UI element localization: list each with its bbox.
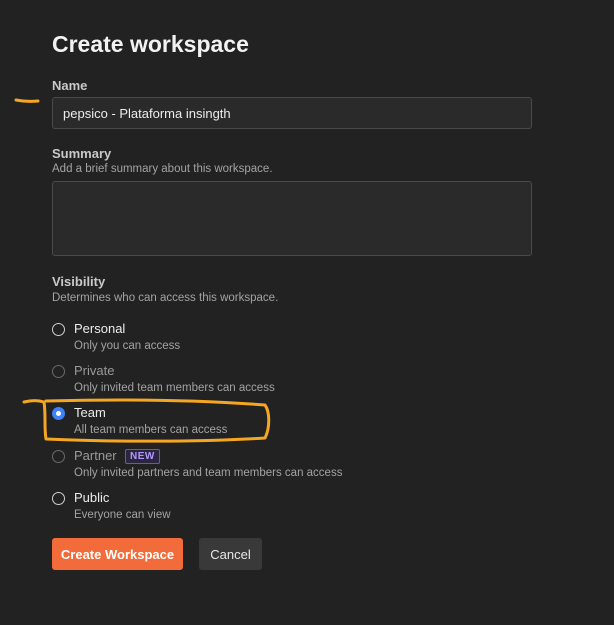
summary-input[interactable] xyxy=(52,181,532,256)
summary-help-text: Add a brief summary about this workspace… xyxy=(52,163,273,175)
radio-public[interactable] xyxy=(52,492,65,505)
option-label-private: Private xyxy=(74,363,115,378)
summary-label: Summary xyxy=(52,146,112,161)
annotation-overlay xyxy=(14,98,271,443)
name-label: Name xyxy=(52,78,88,93)
cancel-button[interactable]: Cancel xyxy=(199,538,262,570)
visibility-option-team[interactable]: Team All team members can access xyxy=(52,405,452,441)
radio-private[interactable] xyxy=(52,365,65,378)
new-badge: NEW xyxy=(125,449,160,464)
visibility-option-private[interactable]: Private Only invited team members can ac… xyxy=(52,363,452,399)
option-desc-public: Everyone can view xyxy=(74,509,171,521)
annotation-dash-mark xyxy=(14,98,40,103)
option-desc-personal: Only you can access xyxy=(74,340,181,352)
radio-team-selected[interactable] xyxy=(52,407,65,420)
option-label-personal: Personal xyxy=(74,321,126,336)
visibility-option-personal[interactable]: Personal Only you can access xyxy=(52,321,452,357)
visibility-option-public[interactable]: Public Everyone can view xyxy=(52,490,452,526)
dialog-title: Create workspace xyxy=(52,31,249,57)
option-desc-team: All team members can access xyxy=(74,424,228,436)
radio-personal[interactable] xyxy=(52,323,65,336)
visibility-help-text: Determines who can access this workspace… xyxy=(52,292,279,304)
visibility-label: Visibility xyxy=(52,274,106,289)
visibility-option-partner[interactable]: Partner NEW Only invited partners and te… xyxy=(52,448,452,484)
radio-partner[interactable] xyxy=(52,450,65,463)
option-label-partner: Partner xyxy=(74,448,117,463)
option-desc-partner: Only invited partners and team members c… xyxy=(74,467,343,479)
option-label-team: Team xyxy=(74,405,106,420)
create-workspace-button[interactable]: Create Workspace xyxy=(52,538,183,570)
option-label-public: Public xyxy=(74,490,110,505)
name-input[interactable] xyxy=(52,97,532,129)
option-desc-private: Only invited team members can access xyxy=(74,382,275,394)
